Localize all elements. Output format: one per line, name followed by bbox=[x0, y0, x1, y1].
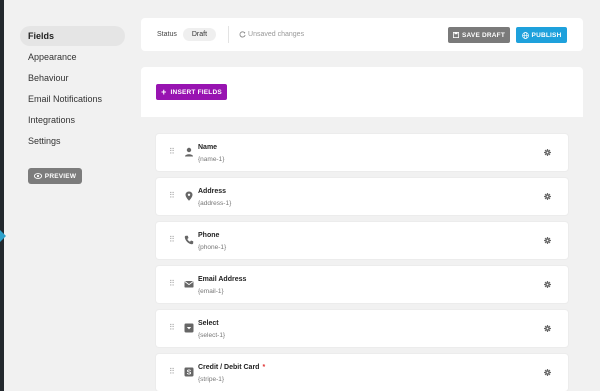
drag-handle-icon[interactable]: ⠿ bbox=[169, 280, 176, 288]
field-id: {select-1} bbox=[198, 332, 226, 339]
settings-sidebar: Fields Appearance Behaviour Email Notifi… bbox=[20, 26, 125, 184]
map-pin-icon bbox=[185, 191, 193, 201]
eye-icon bbox=[33, 173, 42, 179]
preview-button[interactable]: PREVIEW bbox=[28, 168, 82, 184]
sidebar-item-settings[interactable]: Settings bbox=[20, 131, 125, 151]
envelope-icon bbox=[184, 281, 194, 288]
sidebar-item-integrations[interactable]: Integrations bbox=[20, 110, 125, 130]
publish-button[interactable]: PUBLISH bbox=[516, 27, 567, 43]
gear-icon[interactable] bbox=[544, 149, 551, 156]
insert-fields-button[interactable]: + INSERT FIELDS bbox=[156, 84, 227, 100]
field-id: {email-1} bbox=[198, 288, 224, 295]
field-row[interactable]: ⠿ Phone {phone-1} bbox=[156, 222, 568, 259]
sidebar-item-email-notifications[interactable]: Email Notifications bbox=[20, 89, 125, 109]
gear-icon[interactable] bbox=[544, 237, 551, 244]
field-name: Phone bbox=[198, 232, 220, 239]
field-name: Credit / Debit Card * bbox=[198, 364, 265, 371]
field-name: Name bbox=[198, 144, 218, 151]
field-id: {address-1} bbox=[198, 200, 232, 207]
status-toolbar: Status Draft Unsaved changes SAVE DRAFT … bbox=[141, 18, 583, 51]
unsaved-changes-indicator: Unsaved changes bbox=[239, 31, 304, 38]
field-row[interactable]: ⠿ Name {name-1} bbox=[156, 134, 568, 171]
drag-handle-icon[interactable]: ⠿ bbox=[169, 324, 176, 332]
stripe-icon: S bbox=[184, 367, 194, 377]
toolbar-divider bbox=[228, 26, 230, 43]
unsaved-changes-text: Unsaved changes bbox=[248, 31, 305, 38]
status-label: Status bbox=[157, 31, 177, 38]
field-id: {phone-1} bbox=[198, 244, 227, 251]
sidebar-item-behaviour[interactable]: Behaviour bbox=[20, 68, 125, 88]
user-icon bbox=[185, 147, 193, 157]
left-edge-strip bbox=[0, 0, 4, 391]
sidebar-item-fields[interactable]: Fields bbox=[20, 26, 125, 46]
field-name-text: Credit / Debit Card bbox=[198, 364, 260, 371]
field-id: {stripe-1} bbox=[198, 376, 225, 383]
drag-handle-icon[interactable]: ⠿ bbox=[169, 368, 176, 376]
drag-handle-icon[interactable]: ⠿ bbox=[169, 192, 176, 200]
field-name: Email Address bbox=[198, 276, 247, 283]
insert-fields-panel: + INSERT FIELDS bbox=[141, 67, 583, 117]
field-row[interactable]: ⠿ S Credit / Debit Card * {stripe-1} bbox=[156, 354, 568, 391]
drag-handle-icon[interactable]: ⠿ bbox=[169, 148, 176, 156]
form-fields-list: ⠿ Name {name-1} ⠿ Address {address-1} ⠿ … bbox=[156, 134, 568, 391]
save-icon bbox=[452, 32, 459, 38]
gear-icon[interactable] bbox=[544, 325, 551, 332]
gear-icon[interactable] bbox=[544, 281, 551, 288]
save-draft-button[interactable]: SAVE DRAFT bbox=[448, 27, 510, 43]
plus-icon: + bbox=[161, 86, 167, 97]
required-indicator: * bbox=[262, 364, 266, 371]
publish-label: PUBLISH bbox=[531, 31, 562, 39]
field-id: {name-1} bbox=[198, 156, 225, 163]
gear-icon[interactable] bbox=[544, 193, 551, 200]
field-row[interactable]: ⠿ Email Address {email-1} bbox=[156, 266, 568, 303]
sidebar-item-appearance[interactable]: Appearance bbox=[20, 47, 125, 67]
status-badge: Draft bbox=[182, 28, 217, 41]
preview-label: PREVIEW bbox=[44, 172, 77, 180]
globe-icon bbox=[521, 31, 529, 39]
phone-icon bbox=[184, 235, 194, 245]
field-name: Select bbox=[198, 320, 219, 327]
refresh-icon bbox=[239, 31, 246, 38]
collapse-arrow-icon[interactable] bbox=[0, 230, 6, 242]
gear-icon[interactable] bbox=[544, 369, 551, 376]
save-draft-label: SAVE DRAFT bbox=[461, 31, 506, 39]
insert-fields-label: INSERT FIELDS bbox=[170, 88, 222, 96]
drag-handle-icon[interactable]: ⠿ bbox=[169, 236, 176, 244]
field-row[interactable]: ⠿ Address {address-1} bbox=[156, 178, 568, 215]
dropdown-icon bbox=[184, 323, 194, 333]
field-name: Address bbox=[198, 188, 227, 195]
field-row[interactable]: ⠿ Select {select-1} bbox=[156, 310, 568, 347]
svg-text:S: S bbox=[187, 370, 192, 377]
